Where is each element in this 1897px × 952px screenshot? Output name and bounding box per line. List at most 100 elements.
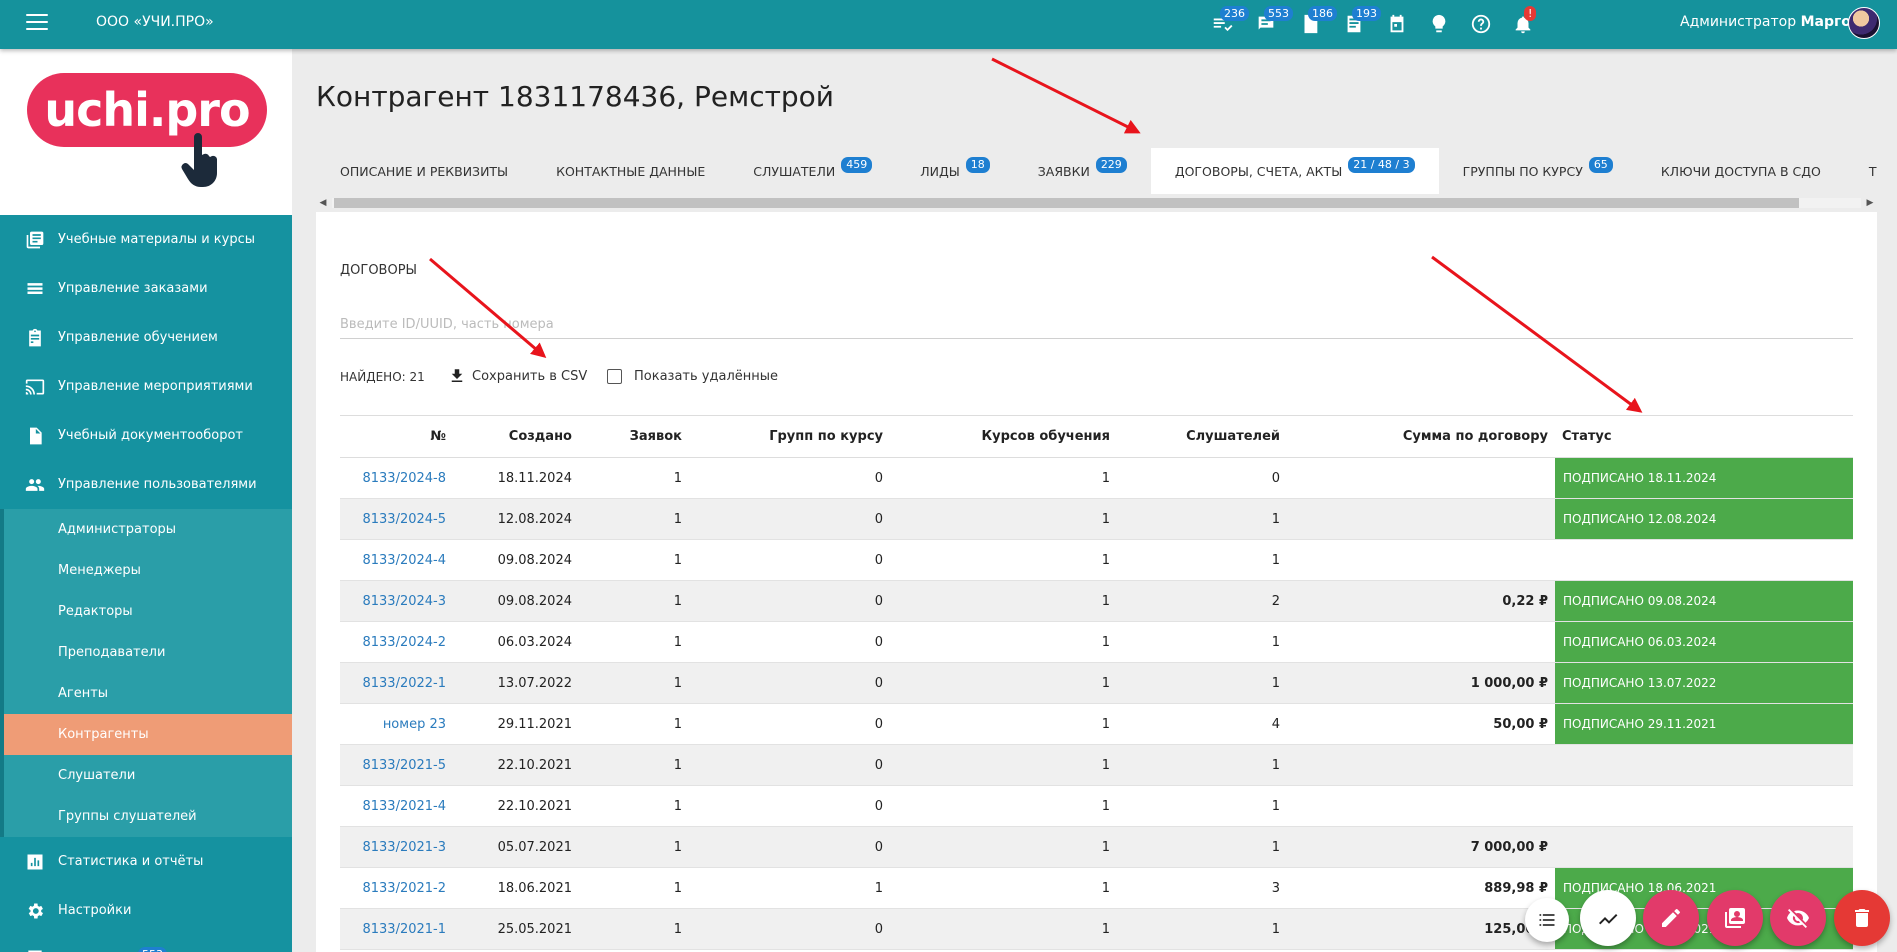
column-header[interactable]: Создано xyxy=(453,415,579,458)
scroll-thumb[interactable] xyxy=(334,198,1799,208)
organization-name[interactable]: ООО «УЧИ.ПРО» xyxy=(96,14,214,30)
tab-contracts[interactable]: ДОГОВОРЫ, СЧЕТА, АКТЫ 21 / 48 / 3 xyxy=(1150,148,1439,194)
bell-icon[interactable]: ! xyxy=(1502,6,1544,40)
contacts-fab[interactable] xyxy=(1707,890,1763,946)
table-row[interactable]: 8133/2024-4 09.08.2024 1 0 1 1 xyxy=(340,539,1853,581)
contract-number-link[interactable]: 8133/2022-1 xyxy=(362,676,446,691)
sidebar-item-documents[interactable]: Учебный документооборот xyxy=(0,411,292,460)
show-deleted-toggle[interactable]: Показать удалённые xyxy=(607,369,778,384)
column-header[interactable]: Слушателей xyxy=(1117,415,1287,458)
sidebar-item-orders[interactable]: Управление заказами xyxy=(0,264,292,313)
status-cell xyxy=(1555,785,1853,827)
contract-number-link[interactable]: 8133/2021-5 xyxy=(362,758,446,773)
tab-listeners[interactable]: СЛУШАТЕЛИ 459 xyxy=(729,148,896,194)
sidebar-subitem-administrators[interactable]: Администраторы xyxy=(4,509,292,550)
search-input[interactable] xyxy=(340,311,1853,339)
table-row[interactable]: 8133/2021-5 22.10.2021 1 0 1 1 xyxy=(340,744,1853,786)
table-row[interactable]: 8133/2021-4 22.10.2021 1 0 1 1 xyxy=(340,785,1853,827)
tab-leads[interactable]: ЛИДЫ 18 xyxy=(896,148,1014,194)
table-row[interactable]: 8133/2024-2 06.03.2024 1 0 1 1 ПОДПИСАНО 06.03… xyxy=(340,621,1853,663)
created-cell: 09.08.2024 xyxy=(453,539,579,581)
messages-icon[interactable]: 553 xyxy=(1244,6,1293,40)
orders-cell: 1 xyxy=(579,539,689,581)
table-row[interactable]: номер 23 29.11.2021 1 0 1 4 50,00 ₽ ПОДПИСАНО 2… xyxy=(340,703,1853,745)
sidebar-item-settings[interactable]: Настройки xyxy=(0,886,292,935)
created-cell: 12.08.2024 xyxy=(453,498,579,540)
logo-area[interactable]: uchi.pro xyxy=(0,49,292,215)
help-icon[interactable] xyxy=(1460,8,1502,40)
hide-fab[interactable] xyxy=(1770,890,1826,946)
contract-number-link[interactable]: номер 23 xyxy=(383,717,446,732)
sidebar-subitem-editors[interactable]: Редакторы xyxy=(4,591,292,632)
contract-number-link[interactable]: 8133/2024-4 xyxy=(362,553,446,568)
column-header[interactable]: Групп по курсу xyxy=(689,415,890,458)
sidebar-subitem-teachers[interactable]: Преподаватели xyxy=(4,632,292,673)
students-cell: 1 xyxy=(1117,662,1287,704)
menu-icon[interactable] xyxy=(26,14,48,32)
number-cell: 8133/2021-3 xyxy=(340,826,453,868)
tabs-scrollbar[interactable]: ◀ ▶ xyxy=(316,196,1877,210)
groups-cell: 0 xyxy=(689,826,890,868)
table-row[interactable]: 8133/2021-3 05.07.2021 1 0 1 1 7 000,00 ₽ xyxy=(340,826,1853,868)
edit-fab[interactable] xyxy=(1643,890,1699,946)
sidebar-subitem-students[interactable]: Слушатели xyxy=(4,755,292,796)
table-row[interactable]: 8133/2024-3 09.08.2024 1 0 1 2 0,22 ₽ ПОДПИСАНО… xyxy=(340,580,1853,622)
column-header[interactable]: Статус xyxy=(1555,415,1853,458)
column-header[interactable]: Заявок xyxy=(579,415,689,458)
table-row[interactable]: 8133/2022-1 13.07.2022 1 0 1 1 1 000,00 ₽ ПОДПИ… xyxy=(340,662,1853,704)
sidebar-subitem-managers[interactable]: Менеджеры xyxy=(4,550,292,591)
contract-number-link[interactable]: 8133/2024-2 xyxy=(362,635,446,650)
column-header[interactable]: № xyxy=(340,415,453,458)
show-deleted-checkbox[interactable] xyxy=(607,369,622,384)
sidebar-subitem-student-groups[interactable]: Группы слушателей xyxy=(4,796,292,837)
table-row[interactable]: 8133/2024-8 18.11.2024 1 0 1 0 ПОДПИСАНО 18.11… xyxy=(340,457,1853,499)
contract-number-link[interactable]: 8133/2024-3 xyxy=(362,594,446,609)
sidebar-item-users[interactable]: Управление пользователями xyxy=(0,460,292,509)
groups-cell: 0 xyxy=(689,498,890,540)
tab-course-groups[interactable]: ГРУППЫ ПО КУРСУ 65 xyxy=(1439,148,1637,194)
column-header[interactable]: Курсов обучения xyxy=(890,415,1117,458)
tab-requests[interactable]: ЗАЯВКИ 229 xyxy=(1014,148,1151,194)
trending-icon xyxy=(1599,914,1618,925)
sidebar-subitem-agents[interactable]: Агенты xyxy=(4,673,292,714)
notes-icon[interactable]: 193 xyxy=(1332,6,1381,40)
save-csv-button[interactable]: Сохранить в CSV xyxy=(448,367,587,385)
delete-fab[interactable] xyxy=(1834,890,1890,946)
courses-cell: 1 xyxy=(890,539,1117,581)
sidebar-item-events[interactable]: Управление мероприятиями xyxy=(0,362,292,411)
cast-icon xyxy=(24,376,46,398)
number-cell: 8133/2021-4 xyxy=(340,785,453,827)
sidebar-item-materials[interactable]: Учебные материалы и курсы xyxy=(0,215,292,264)
contract-number-link[interactable]: 8133/2021-3 xyxy=(362,840,446,855)
students-cell: 0 xyxy=(1117,457,1287,499)
sidebar-item-statistics[interactable]: Статистика и отчёты xyxy=(0,837,292,886)
pencil-icon xyxy=(1662,909,1680,927)
created-cell: 22.10.2021 xyxy=(453,744,579,786)
sidebar-item-partial[interactable]: 553 xyxy=(0,935,292,952)
avatar[interactable] xyxy=(1848,7,1880,39)
list-fab[interactable] xyxy=(1525,898,1569,942)
sidebar-subitem-counterparties[interactable]: Контрагенты xyxy=(4,714,292,755)
contract-number-link[interactable]: 8133/2024-8 xyxy=(362,471,446,486)
tasks-icon[interactable]: 236 xyxy=(1200,6,1249,40)
tab-contacts[interactable]: КОНТАКТНЫЕ ДАННЫЕ xyxy=(532,148,729,194)
orders-cell: 1 xyxy=(579,580,689,622)
user-menu[interactable]: Администратор Марго xyxy=(1680,14,1851,30)
table-row[interactable]: 8133/2024-5 12.08.2024 1 0 1 1 ПОДПИСАНО 12.08… xyxy=(340,498,1853,540)
tab-description[interactable]: ОПИСАНИЕ И РЕКВИЗИТЫ xyxy=(316,148,532,194)
contract-number-link[interactable]: 8133/2021-4 xyxy=(362,799,446,814)
documents-icon[interactable]: 186 xyxy=(1288,6,1337,40)
calendar-icon[interactable] xyxy=(1376,8,1418,40)
tab-access-keys[interactable]: КЛЮЧИ ДОСТУПА В СДО xyxy=(1637,148,1845,194)
scroll-left-arrow[interactable]: ◀ xyxy=(316,196,330,210)
contract-number-link[interactable]: 8133/2021-1 xyxy=(362,922,446,937)
tab-tokens[interactable]: ТОКЕНЫ GOOG xyxy=(1845,148,1877,194)
sidebar-item-training[interactable]: Управление обучением xyxy=(0,313,292,362)
scroll-right-arrow[interactable]: ▶ xyxy=(1863,196,1877,210)
contract-number-link[interactable]: 8133/2021-2 xyxy=(362,881,446,896)
column-header[interactable]: Сумма по договору xyxy=(1287,415,1555,458)
contract-number-link[interactable]: 8133/2024-5 xyxy=(362,512,446,527)
lightbulb-icon[interactable] xyxy=(1418,8,1460,40)
user-name: Марго xyxy=(1800,14,1851,30)
chart-fab[interactable] xyxy=(1580,890,1636,946)
